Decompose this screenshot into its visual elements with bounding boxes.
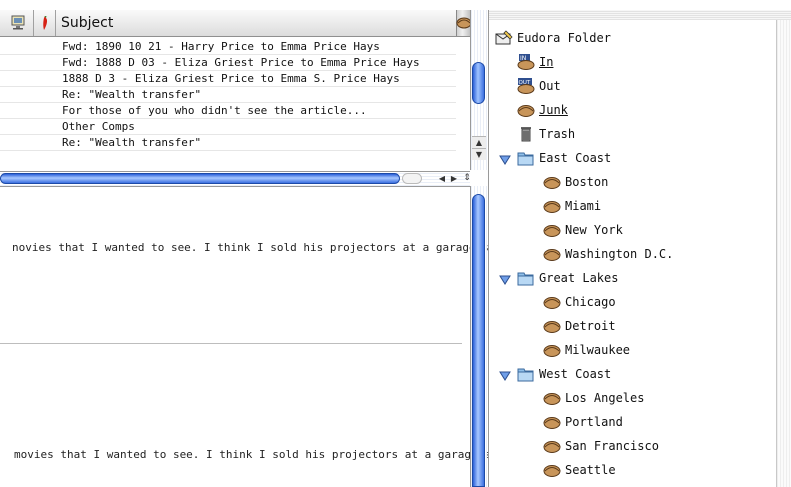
tree-item-eudora-folder[interactable]: Eudora Folder — [495, 25, 611, 49]
mailbox-icon — [543, 342, 561, 358]
mailbox-icon — [543, 462, 561, 478]
message-rows: Fwd: 1890 10 21 - Harry Price to Emma Pr… — [0, 37, 456, 180]
message-row[interactable]: 1888 D 3 - Eliza Griest Price to Emma S.… — [0, 71, 456, 87]
tree-item-west-coast[interactable]: West Coast — [517, 361, 611, 385]
tree-item-chicago[interactable]: Chicago — [543, 289, 616, 313]
hscroll-track-end — [402, 173, 422, 184]
mailbox-icon — [543, 222, 561, 238]
folder-icon — [517, 150, 535, 166]
message-list: Subject Fwd: 1890 10 21 - Harry Price to… — [0, 10, 472, 180]
mailbox-tree-window: Eudora Folder IN In OUT Out Junk Trash E… — [488, 10, 791, 487]
tree-item-portland[interactable]: Portland — [543, 409, 623, 433]
folder-icon — [517, 366, 535, 382]
mailbox-icon — [543, 294, 561, 310]
message-row[interactable]: Other Comps — [0, 119, 456, 135]
tree-item-east-coast[interactable]: East Coast — [517, 145, 611, 169]
message-row[interactable]: Fwd: 1890 10 21 - Harry Price to Emma Pr… — [0, 39, 456, 55]
tree-item-great-lakes[interactable]: Great Lakes — [517, 265, 618, 289]
tree-item-junk[interactable]: Junk — [517, 97, 568, 121]
column-header-subject[interactable]: Subject — [56, 10, 456, 36]
tree-item-miami[interactable]: Miami — [543, 193, 601, 217]
computer-icon — [11, 15, 25, 30]
message-list-scrollbar[interactable]: ▲ ▼ — [470, 10, 487, 170]
disclosure-triangle-icon[interactable] — [499, 371, 511, 381]
tree-item-los-angeles[interactable]: Los Angeles — [543, 385, 644, 409]
message-list-hscrollbar[interactable]: ◀ ▶ ⇕ — [0, 171, 473, 187]
message-row[interactable]: Re: "Wealth transfer" — [0, 87, 456, 103]
tree-item-seattle[interactable]: Seattle — [543, 457, 616, 481]
message-preview: novies that I wanted to see. I think I s… — [0, 186, 522, 487]
column-header-priority[interactable] — [34, 10, 56, 36]
mailbox-icon — [543, 438, 561, 454]
message-list-header: Subject — [0, 10, 470, 37]
message-list-scroll-thumb[interactable] — [472, 62, 485, 104]
mailbox-icon — [543, 318, 561, 334]
preview-text-line: movies that I wanted to see. I think I s… — [14, 448, 511, 461]
chili-pepper-icon — [43, 16, 48, 30]
disclosure-triangle-icon[interactable] — [499, 155, 511, 165]
mailbox-tree-scrollbar[interactable] — [776, 20, 791, 487]
mailbox-icon — [543, 414, 561, 430]
tree-item-new-york[interactable]: New York — [543, 217, 623, 241]
mailbox-icon — [543, 174, 561, 190]
scroll-up-arrow-icon[interactable]: ▲ — [472, 136, 486, 148]
tree-item-washington-dc[interactable]: Washington D.C. — [543, 241, 673, 265]
message-row[interactable]: For those of you who didn't see the arti… — [0, 103, 456, 119]
mailbox-icon — [543, 246, 561, 262]
out-mailbox-icon: OUT — [517, 77, 535, 94]
window-titlebar[interactable] — [489, 10, 791, 20]
hscroll-thumb[interactable] — [0, 173, 400, 184]
tree-item-in[interactable]: IN In — [517, 49, 553, 73]
trash-icon — [517, 126, 535, 142]
column-header-status[interactable] — [0, 10, 34, 36]
scroll-left-arrow-icon[interactable]: ◀ — [436, 173, 448, 184]
pane-resize-icon[interactable]: ⇕ — [461, 173, 473, 184]
tree-item-boston[interactable]: Boston — [543, 169, 608, 193]
disclosure-triangle-icon[interactable] — [499, 275, 511, 285]
tree-item-milwaukee[interactable]: Milwaukee — [543, 337, 630, 361]
eudora-folder-icon — [495, 29, 513, 46]
preview-scroll-thumb[interactable] — [472, 194, 485, 487]
tree-item-san-francisco[interactable]: San Francisco — [543, 433, 659, 457]
preview-text-line: novies that I wanted to see. I think I s… — [12, 241, 522, 254]
message-row[interactable]: Fwd: 1888 D 03 - Eliza Griest Price to E… — [0, 55, 456, 71]
scroll-down-arrow-icon[interactable]: ▼ — [472, 148, 486, 160]
tree-item-detroit[interactable]: Detroit — [543, 313, 616, 337]
tree-item-trash[interactable]: Trash — [517, 121, 575, 145]
junk-mailbox-icon — [517, 102, 535, 118]
message-row[interactable]: Re: "Wealth transfer" — [0, 135, 456, 151]
scroll-right-arrow-icon[interactable]: ▶ — [448, 173, 460, 184]
in-mailbox-icon: IN — [517, 53, 535, 70]
mailbox-icon — [543, 198, 561, 214]
preview-divider — [0, 343, 462, 344]
column-picker-button[interactable] — [456, 10, 472, 36]
tree-item-out[interactable]: OUT Out — [517, 73, 561, 97]
folder-icon — [517, 270, 535, 286]
mailbox-icon — [543, 390, 561, 406]
preview-scrollbar[interactable] — [470, 186, 487, 487]
